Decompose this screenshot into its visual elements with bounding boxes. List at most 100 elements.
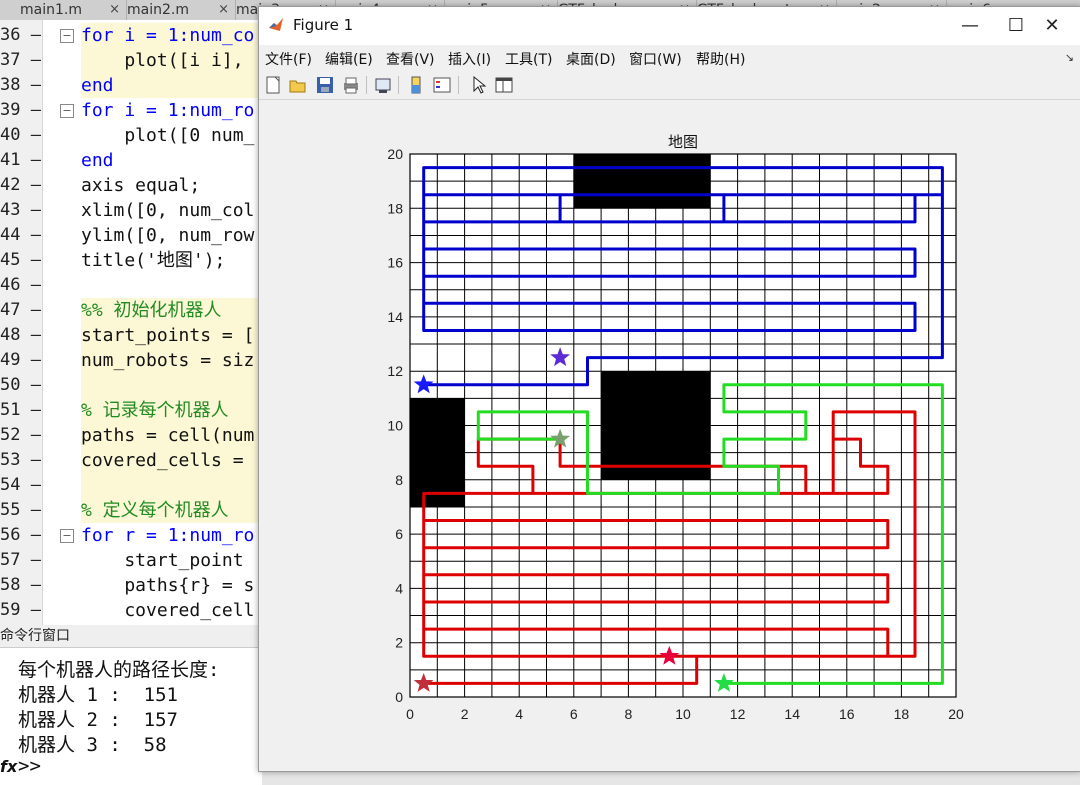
line-number: 57 – <box>0 548 42 573</box>
y-tick-label: 10 <box>387 418 403 434</box>
toolbar-separator <box>366 76 367 94</box>
breakpoint-marker[interactable]: – <box>20 175 41 195</box>
code-line[interactable]: plot([i i], <box>81 48 243 73</box>
breakpoint-marker[interactable]: – <box>20 200 41 220</box>
breakpoint-marker[interactable]: – <box>20 225 41 245</box>
code-line[interactable]: end <box>81 73 114 98</box>
x-tick-label: 12 <box>730 706 746 722</box>
code-line[interactable]: % 记录每个机器人 <box>81 398 229 423</box>
cell-highlight <box>81 373 262 398</box>
map-plot[interactable]: 0 2 4 6 8 10 12 14 16 18 20 0 2 4 6 8 10 12 14 16 18 20 地图 <box>259 100 1080 771</box>
breakpoint-marker[interactable]: – <box>20 100 41 120</box>
breakpoint-marker[interactable]: – <box>20 425 41 445</box>
minimize-button[interactable]: — <box>947 11 993 41</box>
breakpoint-marker[interactable]: – <box>20 75 41 95</box>
menu-tools[interactable]: 工具(T) <box>505 49 552 69</box>
code-line[interactable]: ylim([0, num_row <box>81 223 254 248</box>
menu-help[interactable]: 帮助(H) <box>696 49 745 69</box>
fold-toggle-icon[interactable]: − <box>60 529 74 543</box>
command-prompt[interactable]: >> <box>18 755 41 777</box>
breakpoint-marker[interactable]: – <box>20 250 41 270</box>
new-figure-icon[interactable] <box>264 76 282 94</box>
line-number: 49 – <box>0 348 42 373</box>
code-line[interactable]: covered_cells = <box>81 448 254 473</box>
link-plot-icon[interactable] <box>374 76 392 94</box>
code-line[interactable]: start_point <box>81 548 254 573</box>
line-number-text: 40 <box>0 125 21 145</box>
toolbar-separator <box>458 76 459 94</box>
plot-area[interactable]: 0 2 4 6 8 10 12 14 16 18 20 0 2 4 6 8 10 12 14 16 18 20 地图 <box>259 100 1080 771</box>
breakpoint-marker[interactable]: – <box>20 25 41 45</box>
code-line[interactable]: for r = 1:num_ro <box>81 523 254 548</box>
breakpoint-marker[interactable]: – <box>20 575 41 595</box>
code-line[interactable]: axis equal; <box>81 173 200 198</box>
y-tick-label: 16 <box>387 255 403 271</box>
fold-toggle-icon[interactable]: − <box>60 29 74 43</box>
breakpoint-marker[interactable]: – <box>20 125 41 145</box>
menu-desktop[interactable]: 桌面(D) <box>566 49 616 69</box>
menu-edit[interactable]: 编辑(E) <box>325 49 373 69</box>
colorbar-icon[interactable] <box>407 76 425 94</box>
line-number: 50 – <box>0 373 42 398</box>
code-line[interactable]: covered_cell <box>81 598 254 623</box>
breakpoint-marker[interactable]: – <box>20 450 41 470</box>
breakpoint-marker[interactable]: – <box>20 50 41 70</box>
breakpoint-marker[interactable]: – <box>20 525 41 545</box>
y-tick-label: 4 <box>395 580 403 596</box>
code-line[interactable]: num_robots = siz <box>81 348 254 373</box>
breakpoint-marker[interactable]: – <box>20 400 41 420</box>
open-file-icon[interactable] <box>289 76 307 94</box>
figure-window[interactable]: Figure 1 — ☐ ✕ 文件(F) 编辑(E) 查看(V) 插入(I) 工… <box>258 6 1080 772</box>
close-button[interactable]: ✕ <box>1029 11 1075 41</box>
property-editor-icon[interactable] <box>495 76 513 94</box>
figure-title-bar[interactable]: Figure 1 — ☐ ✕ <box>259 7 1080 45</box>
code-line[interactable]: end <box>81 148 114 173</box>
y-tick-label: 14 <box>387 309 403 325</box>
breakpoint-marker[interactable]: – <box>20 300 41 320</box>
line-number-text: 57 <box>0 550 21 570</box>
line-number: 36 – <box>0 23 42 48</box>
fold-toggle-icon[interactable]: − <box>60 104 74 118</box>
menu-insert[interactable]: 插入(I) <box>448 49 491 69</box>
dock-arrow-icon[interactable]: ↘ <box>1065 51 1074 64</box>
breakpoint-marker[interactable]: – <box>20 500 41 520</box>
line-number: 44 – <box>0 223 42 248</box>
code-line[interactable]: paths{r} = s <box>81 573 254 598</box>
line-number-text: 55 <box>0 500 21 520</box>
code-line[interactable]: paths = cell(num <box>81 423 254 448</box>
obstacle <box>601 371 711 480</box>
print-icon[interactable] <box>342 76 360 94</box>
line-number: 55 – <box>0 498 42 523</box>
code-line[interactable]: for i = 1:num_co <box>81 23 254 48</box>
code-line[interactable]: for i = 1:num_ro <box>81 98 254 123</box>
breakpoint-marker[interactable]: – <box>20 325 41 345</box>
code-line[interactable]: %% 初始化机器人 <box>81 298 222 323</box>
y-tick-label: 18 <box>387 200 403 216</box>
code-line[interactable]: plot([0 num_ <box>81 123 254 148</box>
breakpoint-marker[interactable]: – <box>20 275 41 295</box>
chart-title: 地图 <box>668 134 698 151</box>
legend-icon[interactable] <box>433 76 451 94</box>
save-icon[interactable] <box>316 76 334 94</box>
breakpoint-marker[interactable]: – <box>20 475 41 495</box>
menu-view[interactable]: 查看(V) <box>386 49 435 69</box>
line-number-text: 38 <box>0 75 21 95</box>
menu-window[interactable]: 窗口(W) <box>629 49 682 69</box>
code-editor[interactable]: 36 – for i = 1:num_co 37 – plot([i i], 38 –… <box>0 20 262 625</box>
code-line[interactable]: title('地图'); <box>81 248 225 273</box>
matlab-logo-icon <box>269 18 283 31</box>
breakpoint-marker[interactable]: – <box>20 375 41 395</box>
breakpoint-marker[interactable]: – <box>20 150 41 170</box>
breakpoint-marker[interactable]: – <box>20 550 41 570</box>
pointer-arrow-icon[interactable] <box>470 76 488 94</box>
line-number-text: 45 <box>0 250 21 270</box>
code-line[interactable]: xlim([0, num_col <box>81 198 254 223</box>
line-number: 59 – <box>0 598 42 623</box>
command-window[interactable]: 命令行窗口 每个机器人的路径长度: 机器人 1 : 151 机器人 2 : 15… <box>0 625 262 785</box>
line-number-text: 52 <box>0 425 21 445</box>
breakpoint-marker[interactable]: – <box>20 600 41 620</box>
code-line[interactable]: % 定义每个机器人 <box>81 498 229 523</box>
menu-file[interactable]: 文件(F) <box>265 49 312 69</box>
breakpoint-marker[interactable]: – <box>20 350 41 370</box>
code-line[interactable]: start_points = [ <box>81 323 254 348</box>
